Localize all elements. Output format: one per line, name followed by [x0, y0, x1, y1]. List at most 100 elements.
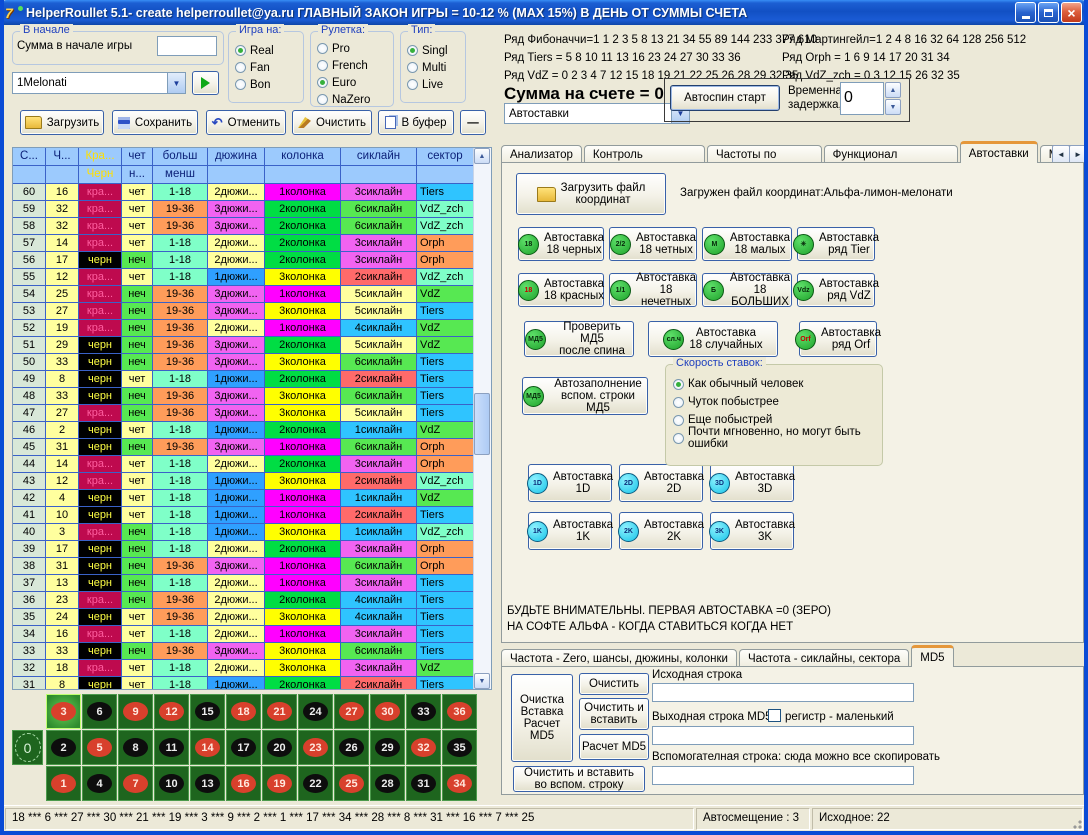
close-button[interactable]: × — [1061, 2, 1082, 23]
autobet-1k-button[interactable]: 1KАвтоставка1K — [528, 512, 612, 550]
table-row[interactable]: 3524чернчет19-362дюжи...3колонка4сиклайн… — [13, 609, 475, 626]
table-row[interactable]: 4531черннеч19-363дюжи...1колонка6сиклайн… — [13, 439, 475, 456]
load-coords-button[interactable]: Загрузить файлкоординат — [516, 173, 666, 215]
column-header[interactable]: сектор — [417, 148, 474, 166]
column-header[interactable]: Ч... — [46, 148, 79, 166]
column-header[interactable]: менш — [153, 166, 208, 184]
column-header[interactable] — [417, 166, 474, 184]
radio-game-bon[interactable]: Bon — [235, 76, 274, 93]
column-header[interactable]: сиклайн — [341, 148, 417, 166]
roulette-number-cell[interactable]: 16 — [226, 766, 261, 801]
roulette-number-cell[interactable]: 26 — [334, 730, 369, 765]
autobet-vdz-row-button[interactable]: VdzАвтоставкаряд VdZ — [797, 273, 875, 307]
radio-wheel-euro[interactable]: Euro — [317, 74, 370, 91]
column-header[interactable] — [265, 166, 341, 184]
table-row[interactable]: 6016кра...чет1-182дюжи...1колонка3сиклай… — [13, 184, 475, 201]
table-row[interactable]: 3218кра...чет1-182дюжи...3колонка3сиклай… — [13, 660, 475, 677]
roulette-number-cell[interactable]: 28 — [370, 766, 405, 801]
table-row[interactable]: 3623кра...неч19-362дюжи...2колонка4сикла… — [13, 592, 475, 609]
autobet-18-odd-button[interactable]: 1/1Автоставка18 нечетных — [609, 273, 697, 307]
roulette-number-cell[interactable]: 29 — [370, 730, 405, 765]
radio-speed-почти-мгновенно-но-могут-быть-ошибки[interactable]: Почти мгновенно, но могут быть ошибки — [673, 429, 882, 447]
autobet-orf-row-button[interactable]: OrfАвтоставкаряд Orf — [799, 321, 877, 357]
autobet-18-red-button[interactable]: 18Автоставка18 красных — [518, 273, 604, 307]
roulette-number-cell[interactable]: 32 — [406, 730, 441, 765]
table-row[interactable]: 5219кра...неч19-362дюжи...1колонка4сикла… — [13, 320, 475, 337]
roulette-number-cell[interactable]: 5 — [82, 730, 117, 765]
spin-history-table[interactable]: С...Ч...Кра...четбольшдюжинаколонкасикла… — [12, 147, 492, 690]
roulette-number-cell[interactable]: 31 — [406, 766, 441, 801]
roulette-number-cell[interactable]: 1 — [46, 766, 81, 801]
roulette-number-cell[interactable]: 35 — [442, 730, 477, 765]
radio-speed-чуток-побыстрее[interactable]: Чуток побыстрее — [673, 393, 882, 411]
scroll-up-icon[interactable]: ▲ — [474, 148, 490, 164]
roulette-number-cell[interactable]: 14 — [190, 730, 225, 765]
roulette-number-cell[interactable]: 4 — [82, 766, 117, 801]
column-header[interactable]: дюжина — [208, 148, 265, 166]
roulette-number-cell[interactable]: 27 — [334, 694, 369, 729]
column-header[interactable] — [46, 166, 79, 184]
radio-type-singl[interactable]: Singl — [407, 42, 448, 59]
table-row[interactable]: 5327кра...неч19-363дюжи...3колонка5сикла… — [13, 303, 475, 320]
preset-combobox[interactable]: 1Melonati ▼ — [12, 72, 186, 94]
source-string-input[interactable] — [652, 683, 914, 702]
clear-paste-helper-button[interactable]: Очистить и вставитьво вспом. строку — [513, 766, 645, 792]
table-row[interactable]: 424чернчет1-181дюжи...1колонка1сиклайнVd… — [13, 490, 475, 507]
md5-calc-button[interactable]: Расчет MD5 — [579, 734, 649, 760]
table-row[interactable]: 318чернчет1-181дюжи...2колонка2сиклайнTi… — [13, 677, 475, 690]
minus-button[interactable]: — — [460, 110, 486, 135]
chevron-down-icon[interactable]: ▼ — [167, 73, 185, 93]
table-row[interactable]: 498чернчет1-181дюжи...2колонка2сиклайнTi… — [13, 371, 475, 388]
maximize-button[interactable] — [1038, 2, 1059, 23]
roulette-number-cell[interactable]: 23 — [298, 730, 333, 765]
roulette-number-cell[interactable]: 12 — [154, 694, 189, 729]
roulette-number-cell[interactable]: 18 — [226, 694, 261, 729]
table-row[interactable]: 3713черннеч1-182дюжи...1колонка3сиклайнT… — [13, 575, 475, 592]
run-button[interactable] — [192, 71, 219, 95]
mode-combobox[interactable]: Автоставки ▼ — [504, 103, 690, 124]
case-checkbox[interactable] — [768, 709, 781, 722]
delay-spin-down[interactable]: ▼ — [885, 99, 901, 115]
column-header[interactable] — [208, 166, 265, 184]
tab-main-5[interactable]: Автоставки — [960, 141, 1038, 163]
table-row[interactable]: 3831черннеч19-363дюжи...1колонка6сиклайн… — [13, 558, 475, 575]
radio-wheel-french[interactable]: French — [317, 57, 370, 74]
table-row[interactable]: 5932кра...чет19-363дюжи...2колонка6сикла… — [13, 201, 475, 218]
output-string-input[interactable] — [652, 726, 914, 745]
roulette-number-cell[interactable]: 13 — [190, 766, 225, 801]
autobet-18-black-button[interactable]: 18Автоставка18 черных — [518, 227, 604, 261]
roulette-number-cell[interactable]: 21 — [262, 694, 297, 729]
radio-speed-как-обычный-человек[interactable]: Как обычный человек — [673, 375, 882, 393]
table-row[interactable]: 5617черннеч1-182дюжи...2колонка3сиклайнO… — [13, 252, 475, 269]
column-header[interactable]: Черн — [79, 166, 122, 184]
table-row[interactable]: 4414кра...чет1-182дюжи...2колонка3сиклай… — [13, 456, 475, 473]
tab-bottom-3[interactable]: MD5 — [911, 645, 953, 667]
autobet-18-random-button[interactable]: сл.чАвтоставка18 случайных — [648, 321, 778, 357]
column-header[interactable] — [13, 166, 46, 184]
roulette-number-cell[interactable]: 34 — [442, 766, 477, 801]
radio-type-multi[interactable]: Multi — [407, 59, 448, 76]
table-scrollbar[interactable]: ▲ ▼ — [473, 148, 491, 689]
column-header[interactable]: н... — [122, 166, 153, 184]
autobet-18-high-button[interactable]: БАвтоставка18 БОЛЬШИХ — [702, 273, 792, 307]
column-header[interactable]: чет — [122, 148, 153, 166]
resize-grip[interactable] — [1070, 817, 1082, 829]
autobet-2k-button[interactable]: 2KАвтоставка2K — [619, 512, 703, 550]
table-row[interactable]: 462чернчет1-181дюжи...2колонка1сиклайнVd… — [13, 422, 475, 439]
radio-game-fan[interactable]: Fan — [235, 59, 274, 76]
roulette-number-cell[interactable]: 24 — [298, 694, 333, 729]
clear-paste-calc-button[interactable]: ОчисткаВставкаРасчет MD5 — [511, 674, 573, 762]
table-row[interactable]: 4727кра...неч19-363дюжи...3колонка5сикла… — [13, 405, 475, 422]
table-row[interactable]: 5832кра...чет19-363дюжи...2колонка6сикла… — [13, 218, 475, 235]
roulette-number-cell[interactable]: 2 — [46, 730, 81, 765]
roulette-number-cell[interactable]: 33 — [406, 694, 441, 729]
column-header[interactable] — [341, 166, 417, 184]
roulette-number-cell[interactable]: 6 — [82, 694, 117, 729]
column-header[interactable]: колонка — [265, 148, 341, 166]
column-header[interactable]: Кра... — [79, 148, 122, 166]
table-row[interactable]: 4833черннеч19-363дюжи...3колонка6сиклайн… — [13, 388, 475, 405]
undo-button[interactable]: ↶ Отменить — [206, 110, 286, 135]
roulette-number-cell[interactable]: 3 — [46, 694, 81, 729]
autobet-tier-row-button[interactable]: ✳Автоставкаряд Tier — [797, 227, 875, 261]
table-row[interactable]: 4312кра...чет1-181дюжи...3колонка2сиклай… — [13, 473, 475, 490]
